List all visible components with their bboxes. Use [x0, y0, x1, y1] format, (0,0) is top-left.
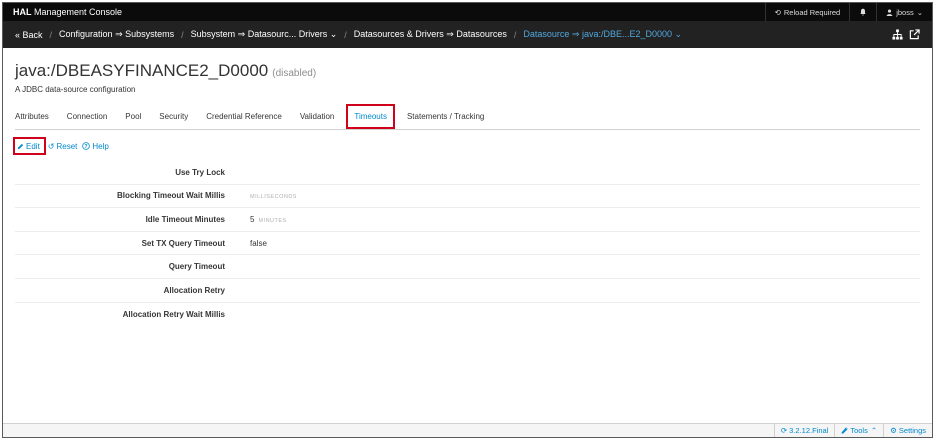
field-label: Set TX Query Timeout [141, 238, 225, 248]
breadcrumb-separator: / [344, 29, 347, 40]
form-row-allocation-retry: Allocation Retry [15, 279, 920, 303]
user-icon [886, 9, 893, 16]
tab-bar: Attributes Connection Pool Security Cred… [15, 104, 920, 130]
brand-rest: Management Console [31, 7, 123, 17]
tools-label: Tools [850, 426, 868, 435]
page-description: A JDBC data-source configuration [15, 85, 136, 94]
reset-button[interactable]: ↺ Reset [48, 142, 78, 151]
svg-text:?: ? [85, 144, 88, 150]
navbar-actions [892, 29, 932, 40]
app-brand[interactable]: HAL Management Console [3, 7, 122, 17]
breadcrumb-separator: / [49, 29, 53, 40]
field-label: Allocation Retry [163, 285, 225, 295]
unit-label: MINUTES [258, 217, 287, 224]
field-value: MILLISECONDS [250, 191, 297, 200]
settings-label: Settings [898, 426, 926, 435]
back-link[interactable]: « Back [15, 30, 43, 40]
form-row-idle-timeout-minutes: Idle Timeout Minutes 5 MINUTES [15, 208, 920, 232]
top-bar: HAL Management Console ⟲ Reload Required… [3, 3, 932, 21]
reload-required-label: Reload Required [783, 7, 841, 17]
chevron-down-icon: ⌄ [916, 7, 923, 17]
field-value: false [250, 238, 267, 248]
version-link[interactable]: ⟳ 3.2.12.Final [773, 424, 835, 437]
form-toolbar: Edit ↺ Reset ? Help [13, 137, 114, 155]
form-row-use-try-lock: Use Try Lock [15, 161, 920, 185]
help-label: Help [92, 141, 109, 151]
help-button[interactable]: ? Help [82, 141, 109, 151]
chevron-up-icon: ⌃ [870, 426, 878, 435]
breadcrumb-datasources[interactable]: Datasources & Drivers ⇒ Datasources [354, 29, 507, 40]
gears-icon: ⚙ [890, 426, 897, 435]
unit-label: MILLISECONDS [250, 194, 297, 201]
breadcrumb-datasource[interactable]: Datasource ⇒ java:/DBE...E2_D0000 ⌄ [523, 29, 682, 40]
breadcrumb-separator: / [513, 29, 517, 40]
user-menu[interactable]: jboss ⌄ [876, 3, 932, 21]
top-bar-actions: ⟲ Reload Required jboss ⌄ [764, 3, 932, 21]
tab-timeouts[interactable]: Timeouts [346, 104, 395, 129]
version-label: 3.2.12.Final [789, 426, 829, 435]
field-label: Blocking Timeout Wait Millis [116, 191, 225, 201]
form-row-allocation-retry-wait-millis: Allocation Retry Wait Millis [15, 303, 920, 327]
value-text: 5 [250, 214, 255, 224]
tab-validation[interactable]: Validation [300, 104, 335, 129]
field-value: 5 MINUTES [250, 215, 287, 224]
status-badge: (disabled) [272, 68, 317, 79]
question-circle-icon: ? [82, 142, 91, 150]
wrench-icon [842, 427, 848, 434]
tab-pool[interactable]: Pool [125, 104, 141, 129]
breadcrumb: « Back / Configuration ⇒ Subsystems / Su… [3, 21, 932, 48]
bell-icon [860, 8, 866, 16]
brand-bold: HAL [13, 7, 32, 17]
timeouts-form: Use Try Lock Blocking Timeout Wait Milli… [15, 161, 920, 326]
breadcrumb-configuration[interactable]: Configuration ⇒ Subsystems [59, 29, 174, 40]
tab-attributes[interactable]: Attributes [15, 104, 49, 129]
tab-credential-reference[interactable]: Credential Reference [206, 104, 282, 129]
tab-security[interactable]: Security [159, 104, 188, 129]
breadcrumb-subsystem[interactable]: Subsystem ⇒ Datasourc... Drivers ⌄ [191, 29, 338, 40]
refresh-icon: ⟳ [780, 426, 788, 435]
form-row-query-timeout: Query Timeout [15, 255, 920, 279]
edit-button[interactable]: Edit [13, 137, 46, 155]
external-link-icon[interactable] [909, 29, 920, 40]
field-label: Idle Timeout Minutes [145, 214, 225, 224]
pencil-icon [17, 143, 24, 150]
hal-console-window: HAL Management Console ⟲ Reload Required… [2, 2, 933, 438]
reset-label: Reset [56, 141, 78, 151]
form-row-blocking-timeout-wait-millis: Blocking Timeout Wait Millis MILLISECOND… [15, 185, 920, 209]
reload-icon: ⟲ [774, 7, 781, 17]
sitemap-icon[interactable] [892, 29, 903, 40]
settings-button[interactable]: ⚙ Settings [883, 424, 932, 437]
field-label: Query Timeout [168, 262, 225, 272]
field-label: Allocation Retry Wait Millis [122, 309, 225, 319]
notifications-button[interactable] [849, 3, 876, 21]
footer-bar: ⟳ 3.2.12.Final Tools ⌃ ⚙ Settings [3, 423, 932, 437]
form-row-set-tx-query-timeout: Set TX Query Timeout false [15, 232, 920, 256]
reload-required-button[interactable]: ⟲ Reload Required [764, 3, 850, 21]
edit-label: Edit [26, 142, 40, 151]
tab-connection[interactable]: Connection [67, 104, 107, 129]
tab-statements-tracking[interactable]: Statements / Tracking [407, 104, 484, 129]
undo-icon: ↺ [47, 141, 55, 151]
page-title: java:/DBEASYFINANCE2_D0000 [15, 61, 269, 80]
tools-menu[interactable]: Tools ⌃ [834, 424, 883, 437]
field-label: Use Try Lock [175, 167, 225, 177]
page-header: java:/DBEASYFINANCE2_D0000 (disabled) [15, 61, 316, 81]
breadcrumb-separator: / [181, 29, 184, 40]
user-name: jboss [896, 7, 914, 17]
